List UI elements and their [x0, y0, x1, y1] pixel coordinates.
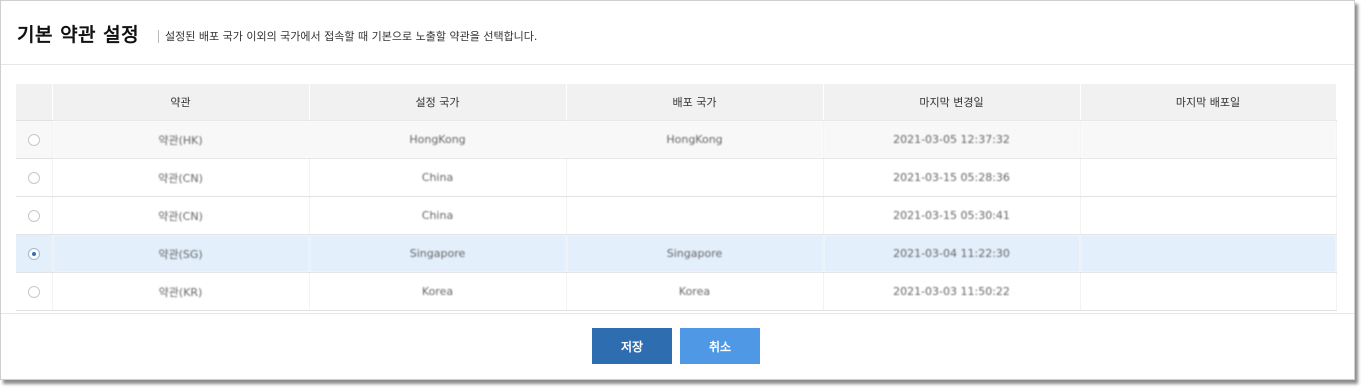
table-row[interactable]: 약관(CN) China 2021-03-15 05:28:36 — [16, 158, 1337, 197]
setting-country-cell: China — [309, 196, 567, 235]
row-radio[interactable] — [27, 286, 40, 298]
column-header-last-modified: 마지막 변경일 — [823, 84, 1081, 121]
row-select-cell[interactable] — [16, 272, 53, 311]
dialog-title: 기본 약관 설정 — [17, 24, 140, 46]
terms-cell: 약관(CN) — [52, 196, 310, 235]
dialog-header: 기본 약관 설정 설정된 배포 국가 이외의 국가에서 접속할 때 기본으로 노… — [1, 1, 1354, 65]
table-row[interactable]: 약관(KR) Korea Korea 2021-03-03 11:50:22 — [16, 272, 1337, 311]
last-modified-cell: 2021-03-15 05:28:36 — [823, 158, 1081, 197]
setting-country-cell: Singapore — [309, 234, 567, 273]
last-modified-cell: 2021-03-15 05:30:41 — [823, 196, 1081, 235]
last-modified-cell: 2021-03-04 11:22:30 — [823, 234, 1081, 273]
last-deployed-cell — [1080, 234, 1337, 273]
column-header-setting-country: 설정 국가 — [309, 84, 567, 121]
deploy-country-cell — [566, 158, 824, 197]
terms-cell: 약관(KR) — [52, 272, 310, 311]
deploy-country-cell: Korea — [566, 272, 824, 311]
table-row[interactable]: 약관(HK) HongKong HongKong 2021-03-05 12:3… — [16, 120, 1337, 159]
last-deployed-cell — [1080, 120, 1337, 159]
table-row[interactable]: 약관(CN) China 2021-03-15 05:30:41 — [16, 196, 1337, 235]
row-radio[interactable] — [27, 134, 40, 146]
default-terms-dialog: 기본 약관 설정 설정된 배포 국가 이외의 국가에서 접속할 때 기본으로 노… — [0, 0, 1355, 380]
dialog-subtitle: 설정된 배포 국가 이외의 국가에서 접속할 때 기본으로 노출할 약관을 선택… — [158, 30, 537, 43]
select-column-header — [16, 84, 53, 121]
setting-country-cell: HongKong — [309, 120, 567, 159]
row-select-cell[interactable] — [16, 196, 53, 235]
row-radio[interactable] — [27, 210, 40, 222]
terms-cell: 약관(SG) — [52, 234, 310, 273]
table-header-row: 약관 설정 국가 배포 국가 마지막 변경일 마지막 배포일 — [16, 84, 1337, 121]
terms-cell: 약관(HK) — [52, 120, 310, 159]
last-deployed-cell — [1080, 158, 1337, 197]
deploy-country-cell: HongKong — [566, 120, 824, 159]
row-radio-selected[interactable] — [27, 248, 40, 260]
deploy-country-cell: Singapore — [566, 234, 824, 273]
terms-cell: 약관(CN) — [52, 158, 310, 197]
setting-country-cell: China — [309, 158, 567, 197]
cancel-button[interactable]: 취소 — [680, 328, 760, 364]
save-button[interactable]: 저장 — [592, 328, 672, 364]
row-select-cell[interactable] — [16, 120, 53, 159]
last-deployed-cell — [1080, 196, 1337, 235]
last-deployed-cell — [1080, 272, 1337, 311]
last-modified-cell: 2021-03-03 11:50:22 — [823, 272, 1081, 311]
last-modified-cell: 2021-03-05 12:37:32 — [823, 120, 1081, 159]
column-header-terms: 약관 — [52, 84, 310, 121]
column-header-last-deployed: 마지막 배포일 — [1080, 84, 1337, 121]
row-radio[interactable] — [27, 172, 40, 184]
setting-country-cell: Korea — [309, 272, 567, 311]
row-select-cell[interactable] — [16, 158, 53, 197]
row-select-cell[interactable] — [16, 234, 53, 273]
terms-table: 약관 설정 국가 배포 국가 마지막 변경일 마지막 배포일 약관(HK) Ho… — [16, 84, 1337, 311]
column-header-deploy-country: 배포 국가 — [566, 84, 824, 121]
dialog-footer: 저장 취소 — [1, 313, 1354, 380]
deploy-country-cell — [566, 196, 824, 235]
table-row-selected[interactable]: 약관(SG) Singapore Singapore 2021-03-04 11… — [16, 234, 1337, 273]
